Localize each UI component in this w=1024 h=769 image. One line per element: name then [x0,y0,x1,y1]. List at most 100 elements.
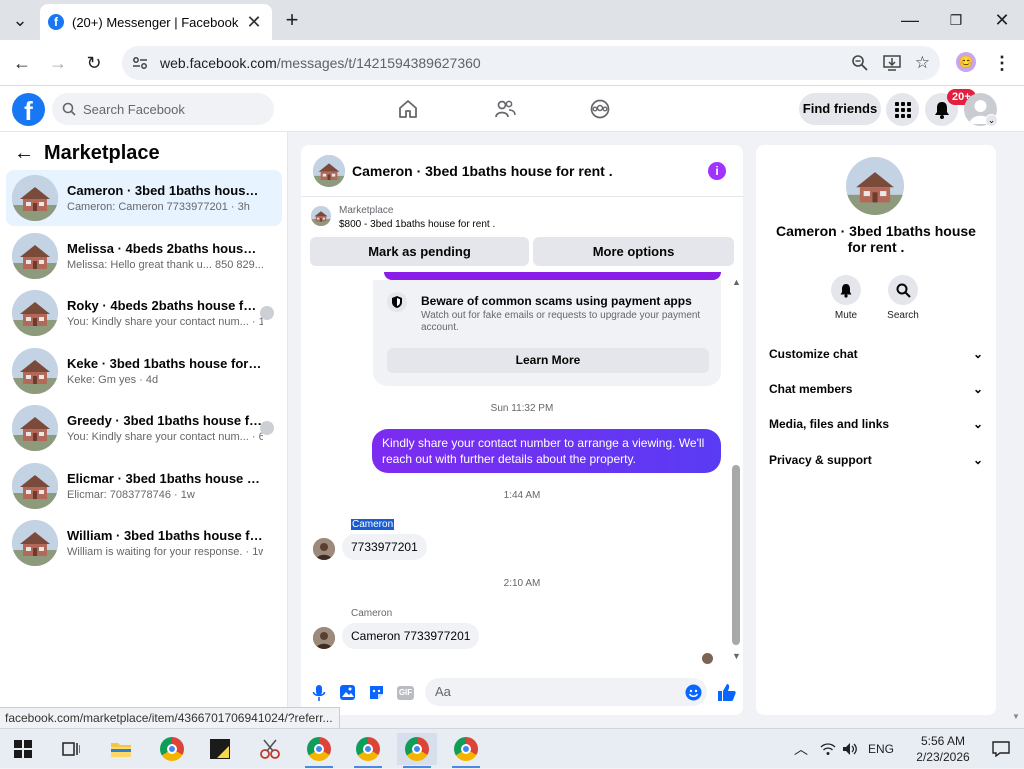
address-bar[interactable]: web.facebook.com/messages/t/142159438962… [122,46,940,80]
site-info-icon[interactable] [132,55,148,71]
sticker-icon[interactable] [368,684,385,701]
conversation-item[interactable]: Melissa · 4beds 2baths house for r... Mel… [6,228,282,284]
profile-avatar-icon[interactable]: 😊 [956,52,976,72]
chat-members-row[interactable]: Chat members ⌄ [769,379,983,399]
read-receipt-avatar [702,653,713,664]
windows-taskbar: ︿ ENG 5:56 AM 2/23/2026 [0,728,1024,768]
seen-avatar-icon [260,421,274,435]
media-files-links-row[interactable]: Media, files and links ⌄ [769,414,983,434]
scroll-down-arrow-icon[interactable]: ▼ [732,651,741,661]
friends-icon[interactable] [494,99,516,119]
chrome-taskbar-icon-active[interactable] [397,733,437,768]
chat-scrollbar[interactable] [732,465,740,645]
close-window-button[interactable]: ✕ [988,0,1016,40]
warning-title: Beware of common scams using payment app… [421,294,692,308]
zoom-icon[interactable] [851,54,869,72]
conversation-name: William · 3bed 1baths house for re... [67,528,263,543]
clock[interactable]: 5:56 AM 2/23/2026 [908,733,978,765]
conversation-item[interactable]: Roky · 4beds 2baths house for r... You: K… [6,285,282,341]
file-explorer-icon[interactable] [101,733,141,765]
chrome-taskbar-icon[interactable] [348,733,388,768]
notifications-center-icon[interactable] [992,741,1010,757]
more-options-button[interactable]: More options [533,237,734,266]
tab-list-chevron-icon[interactable]: ⌄ [6,0,34,40]
microphone-icon[interactable] [312,684,326,702]
bookmark-star-icon[interactable]: ☆ [915,53,930,73]
chevron-down-icon: ⌄ [972,453,983,467]
photo-icon[interactable] [339,684,356,701]
sender-name: Cameron [351,608,393,619]
close-tab-icon[interactable]: ✕ [244,12,264,33]
shield-icon [387,292,407,312]
reload-icon[interactable]: ↻ [80,43,108,83]
marketplace-listing-info[interactable]: Marketplace $800 - 3bed 1baths house for… [309,203,739,233]
scroll-up-arrow-icon[interactable]: ▲ [732,277,741,287]
page-scroll-down-arrow-icon[interactable]: ▼ [1012,712,1020,721]
chrome-taskbar-icon[interactable] [299,733,339,768]
learn-more-button[interactable]: Learn More [387,348,709,373]
forward-arrow-icon[interactable]: → [44,43,72,83]
back-arrow-icon[interactable]: ← [8,43,36,83]
listing-profile-photo[interactable] [846,157,904,215]
seen-avatar-icon [260,306,274,320]
incoming-message[interactable]: Cameron 7733977201 [342,623,480,649]
message-input[interactable]: Aa [425,678,707,706]
facebook-logo-icon[interactable]: f [12,93,45,126]
conversation-item[interactable]: Greedy · 3bed 1baths house for ... You: K… [6,400,282,456]
groups-icon[interactable] [590,99,610,119]
listing-thumbnail [12,233,58,279]
windows-start-icon[interactable] [14,740,32,758]
info-icon[interactable]: i [708,162,726,180]
minimize-button[interactable]: — [896,0,924,40]
listing-thumbnail [12,348,58,394]
restore-button[interactable]: ❐ [942,0,970,40]
wifi-icon[interactable] [820,742,836,756]
chrome-taskbar-icon[interactable] [446,733,486,768]
like-thumb-icon[interactable] [717,683,736,702]
conversation-item[interactable]: Cameron · 3bed 1baths house for r... Came… [6,170,282,226]
facebook-search-input[interactable]: Search Facebook [52,93,274,125]
menu-grid-button[interactable] [886,93,919,126]
find-friends-button[interactable]: Find friends [799,93,881,125]
conversation-name: Keke · 3bed 1baths house for rent . [67,356,263,371]
install-app-icon[interactable] [883,54,901,72]
input-language[interactable]: ENG [868,742,894,756]
home-icon[interactable] [398,99,418,119]
back-arrow-icon[interactable]: ← [14,142,34,165]
row-label: Chat members [769,382,853,396]
emoji-icon[interactable] [685,684,702,701]
browser-tab-bar: ⌄ f (20+) Messenger | Facebook ✕ + — ❐ ✕ [0,0,1024,40]
conversation-item[interactable]: William · 3bed 1baths house for re... Wil… [6,515,282,571]
incoming-message[interactable]: 7733977201 [342,534,427,560]
mute-button[interactable]: Mute [823,275,869,321]
volume-icon[interactable] [842,742,858,756]
snipping-tool-icon[interactable] [250,733,290,765]
row-label: Privacy & support [769,453,872,467]
privacy-support-row[interactable]: Privacy & support ⌄ [769,450,983,470]
chat-header[interactable]: Cameron · 3bed 1baths house for rent . [301,145,743,197]
gif-icon[interactable]: GIF [397,686,414,700]
browser-menu-icon[interactable]: ⋮ [988,43,1016,83]
outgoing-message[interactable]: Kindly share your contact number to arra… [372,429,721,473]
browser-tab-active[interactable]: f (20+) Messenger | Facebook ✕ [40,4,272,40]
conversation-preview: Melissa: Hello great thank u... 850 829.… [67,259,263,271]
account-chevron-icon[interactable]: ⌄ [985,114,998,127]
cameron-avatar[interactable] [313,538,335,560]
listing-thumbnail [313,154,345,187]
bell-icon [840,283,852,298]
search-label: Search [887,310,919,321]
sticky-notes-icon[interactable] [200,733,240,765]
chrome-taskbar-icon[interactable] [152,733,192,765]
marketplace-chat-list: ← Marketplace Cameron · 3bed 1baths hous… [0,132,288,710]
customize-chat-row[interactable]: Customize chat ⌄ [769,344,983,364]
listing-thumbnail [12,405,58,451]
mark-as-pending-button[interactable]: Mark as pending [310,237,529,266]
search-conversation-button[interactable]: Search [880,275,926,321]
new-tab-button[interactable]: + [278,0,306,40]
link-status-bar: facebook.com/marketplace/item/4366701706… [0,707,340,729]
show-hidden-icons-chevron-icon[interactable]: ︿ [794,739,808,759]
conversation-item[interactable]: Elicmar · 3bed 1baths house for re... Eli… [6,458,282,514]
task-view-icon[interactable] [62,740,80,758]
cameron-avatar[interactable] [313,627,335,649]
conversation-item[interactable]: Keke · 3bed 1baths house for rent . Keke:… [6,343,282,399]
